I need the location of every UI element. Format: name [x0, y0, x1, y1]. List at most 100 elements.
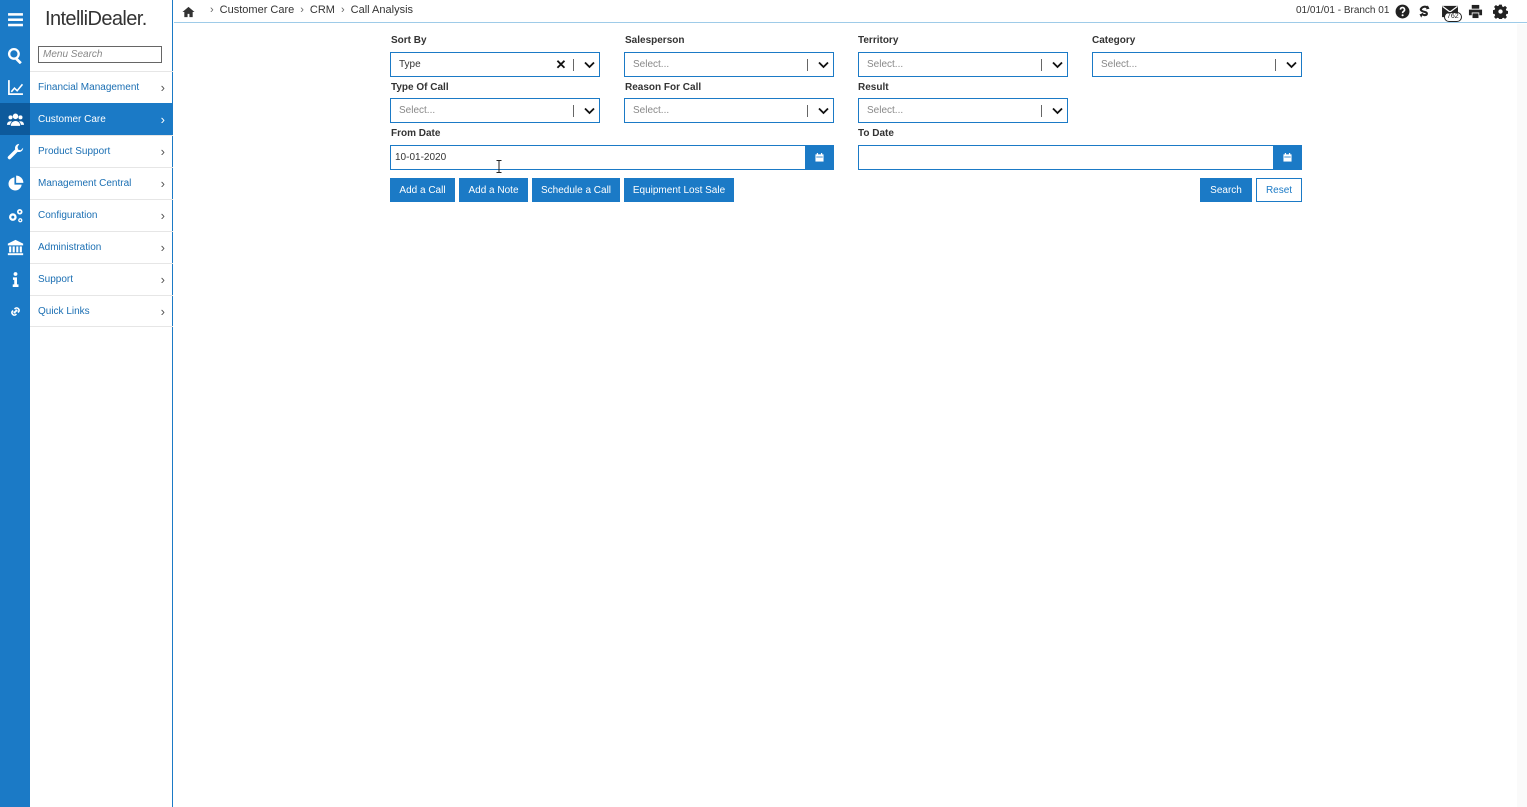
menu-item-product-support[interactable]: Product Support › [30, 135, 173, 167]
menu-item-label: Support [38, 274, 74, 285]
calendar-icon[interactable] [1273, 146, 1301, 169]
chevron-down-icon[interactable] [579, 107, 599, 115]
link-icon[interactable] [0, 295, 30, 327]
select-divider [573, 104, 574, 117]
menu-item-configuration[interactable]: Configuration › [30, 199, 173, 231]
breadcrumb-call-analysis: Call Analysis [350, 4, 414, 16]
chevron-right-icon: › [160, 208, 165, 223]
chevron-right-icon: › [160, 272, 165, 287]
select-divider [807, 58, 808, 71]
gears-icon[interactable] [0, 199, 30, 231]
breadcrumb: › Customer Care › CRM › Call Analysis [210, 4, 413, 16]
icon-rail [0, 0, 30, 807]
sort-by-select[interactable]: Type ✕ [390, 52, 600, 77]
schedule-call-button[interactable]: Schedule a Call [532, 178, 620, 202]
add-note-button[interactable]: Add a Note [459, 178, 528, 202]
menu-item-label: Administration [38, 242, 102, 253]
search-button[interactable]: Search [1200, 178, 1252, 202]
breadcrumb-customer-care[interactable]: Customer Care [220, 4, 295, 16]
salesperson-select[interactable]: Select... [624, 52, 834, 77]
chevron-right-icon: › [160, 144, 165, 159]
users-icon[interactable] [0, 103, 30, 135]
menu-item-customer-care[interactable]: Customer Care › [30, 103, 173, 135]
chevron-down-icon[interactable] [579, 61, 599, 69]
menu-item-label: Management Central [38, 178, 132, 189]
breadcrumb-separator: › [340, 4, 345, 16]
from-date-input[interactable] [391, 146, 805, 169]
menu-search-input[interactable] [38, 46, 162, 63]
menu-item-label: Configuration [38, 210, 98, 221]
menu-item-administration[interactable]: Administration › [30, 231, 173, 263]
select-divider [1041, 104, 1042, 117]
category-placeholder: Select... [1101, 59, 1138, 70]
result-placeholder: Select... [867, 105, 904, 116]
reason-for-call-label: Reason For Call [625, 82, 702, 93]
select-divider [573, 58, 574, 71]
select-divider [1041, 58, 1042, 71]
scrollbar-track[interactable] [1517, 24, 1527, 807]
print-icon[interactable] [1467, 3, 1484, 20]
reset-button[interactable]: Reset [1256, 178, 1302, 202]
to-date-label: To Date [858, 128, 894, 139]
sort-by-label: Sort By [391, 35, 427, 46]
chevron-down-icon[interactable] [1047, 107, 1067, 115]
gear-icon[interactable] [1492, 3, 1509, 20]
territory-select[interactable]: Select... [858, 52, 1068, 77]
menu-item-quick-links[interactable]: Quick Links › [30, 295, 173, 327]
menu-item-management-central[interactable]: Management Central › [30, 167, 173, 199]
category-label: Category [1092, 35, 1136, 46]
menu-item-label: Customer Care [38, 114, 106, 125]
home-icon[interactable] [182, 5, 195, 18]
select-divider [807, 104, 808, 117]
breadcrumb-crm[interactable]: CRM [310, 4, 335, 16]
chevron-down-icon[interactable] [1047, 61, 1067, 69]
salesperson-label: Salesperson [625, 35, 685, 46]
type-of-call-select[interactable]: Select... [390, 98, 600, 123]
category-select[interactable]: Select... [1092, 52, 1302, 77]
territory-placeholder: Select... [867, 59, 904, 70]
pie-chart-icon[interactable] [0, 167, 30, 199]
salesperson-placeholder: Select... [633, 59, 670, 70]
chevron-down-icon[interactable] [1281, 61, 1301, 69]
reason-for-call-select[interactable]: Select... [624, 98, 834, 123]
reason-for-call-placeholder: Select... [633, 105, 670, 116]
menu-item-financial-management[interactable]: Financial Management › [30, 71, 173, 103]
chevron-right-icon: › [160, 303, 165, 319]
menu-item-label: Quick Links [38, 305, 90, 317]
calendar-icon[interactable] [805, 146, 833, 169]
result-select[interactable]: Select... [858, 98, 1068, 123]
type-of-call-label: Type Of Call [391, 82, 449, 93]
select-divider [1275, 58, 1276, 71]
help-icon[interactable] [1394, 3, 1411, 20]
to-date-field [858, 145, 1302, 170]
text-cursor-icon [496, 160, 502, 173]
chevron-down-icon[interactable] [813, 107, 833, 115]
chevron-right-icon: › [160, 80, 165, 95]
menu-item-label: Financial Management [38, 82, 140, 93]
from-date-field [390, 145, 834, 170]
menu-item-support[interactable]: Support › [30, 263, 173, 295]
message-count-badge: 762 [1444, 12, 1462, 22]
chart-line-icon[interactable] [0, 71, 30, 103]
menu-item-label: Product Support [38, 146, 111, 157]
bank-icon[interactable] [0, 231, 30, 263]
territory-label: Territory [858, 35, 899, 46]
navigation-menu: IntelliDealer. Financial Management › Cu… [30, 0, 173, 807]
app-logo: IntelliDealer. [45, 8, 147, 30]
chevron-down-icon[interactable] [813, 61, 833, 69]
breadcrumb-separator: › [300, 4, 304, 16]
sort-by-value: Type [399, 59, 421, 70]
sync-icon[interactable] [1416, 3, 1433, 20]
wrench-icon[interactable] [0, 135, 30, 167]
to-date-input[interactable] [859, 146, 1273, 169]
from-date-label: From Date [391, 128, 441, 139]
branch-indicator[interactable]: 01/01/01 - Branch 01 [1296, 5, 1389, 16]
info-icon[interactable] [0, 263, 30, 295]
clear-icon[interactable]: ✕ [554, 57, 568, 73]
hamburger-menu-icon[interactable] [0, 3, 30, 35]
equipment-lost-sale-button[interactable]: Equipment Lost Sale [624, 178, 734, 202]
chevron-right-icon: › [160, 240, 165, 255]
result-label: Result [858, 82, 889, 93]
add-call-button[interactable]: Add a Call [390, 178, 455, 202]
search-icon[interactable] [0, 39, 30, 71]
